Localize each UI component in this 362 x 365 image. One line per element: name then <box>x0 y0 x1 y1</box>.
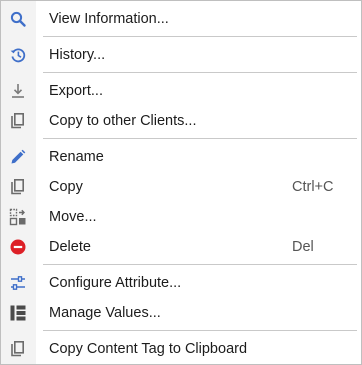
history-icon <box>9 46 27 64</box>
menu-item-copy-content-tag[interactable]: Copy Content Tag to Clipboard <box>1 335 361 363</box>
menu-item-configure-attribute[interactable]: Configure Attribute... <box>1 269 361 297</box>
menu-item-label: Export... <box>49 83 103 99</box>
menu-item-move[interactable]: Move... <box>1 203 361 231</box>
menu-item-history[interactable]: History... <box>1 41 361 69</box>
menu-separator <box>43 330 357 331</box>
menu-item-label: Copy Content Tag to Clipboard <box>49 341 248 357</box>
context-menu: View Information... History... Export...… <box>0 0 362 365</box>
menu-item-shortcut: Ctrl+C <box>292 179 334 195</box>
copy-icon <box>9 178 27 196</box>
menu-separator <box>43 138 357 139</box>
list-icon <box>9 304 27 322</box>
menu-separator <box>43 72 357 73</box>
menu-item-export[interactable]: Export... <box>1 77 361 105</box>
menu-item-label: History... <box>49 47 106 63</box>
menu-separator <box>43 36 357 37</box>
menu-item-delete[interactable]: Delete Del <box>1 233 361 261</box>
sliders-icon <box>9 274 27 292</box>
menu-item-label: View Information... <box>49 11 169 27</box>
copy-icon <box>9 340 27 358</box>
menu-item-view-information[interactable]: View Information... <box>1 5 361 33</box>
pencil-icon <box>9 148 27 166</box>
menu-item-label: Manage Values... <box>49 305 161 321</box>
menu-item-rename[interactable]: Rename <box>1 143 361 171</box>
menu-separator <box>43 264 357 265</box>
menu-item-copy[interactable]: Copy Ctrl+C <box>1 173 361 201</box>
copy-icon <box>9 112 27 130</box>
download-icon <box>9 82 27 100</box>
delete-icon <box>9 238 27 256</box>
menu-item-label: Move... <box>49 209 97 225</box>
menu-item-label: Delete <box>49 239 91 255</box>
move-icon <box>9 208 27 226</box>
search-icon <box>9 10 27 28</box>
menu-item-label: Copy <box>49 179 83 195</box>
menu-item-manage-values[interactable]: Manage Values... <box>1 299 361 327</box>
menu-item-copy-to-other-clients[interactable]: Copy to other Clients... <box>1 107 361 135</box>
menu-item-label: Copy to other Clients... <box>49 113 197 129</box>
menu-item-shortcut: Del <box>292 239 314 255</box>
menu-item-label: Configure Attribute... <box>49 275 182 291</box>
menu-item-label: Rename <box>49 149 104 165</box>
